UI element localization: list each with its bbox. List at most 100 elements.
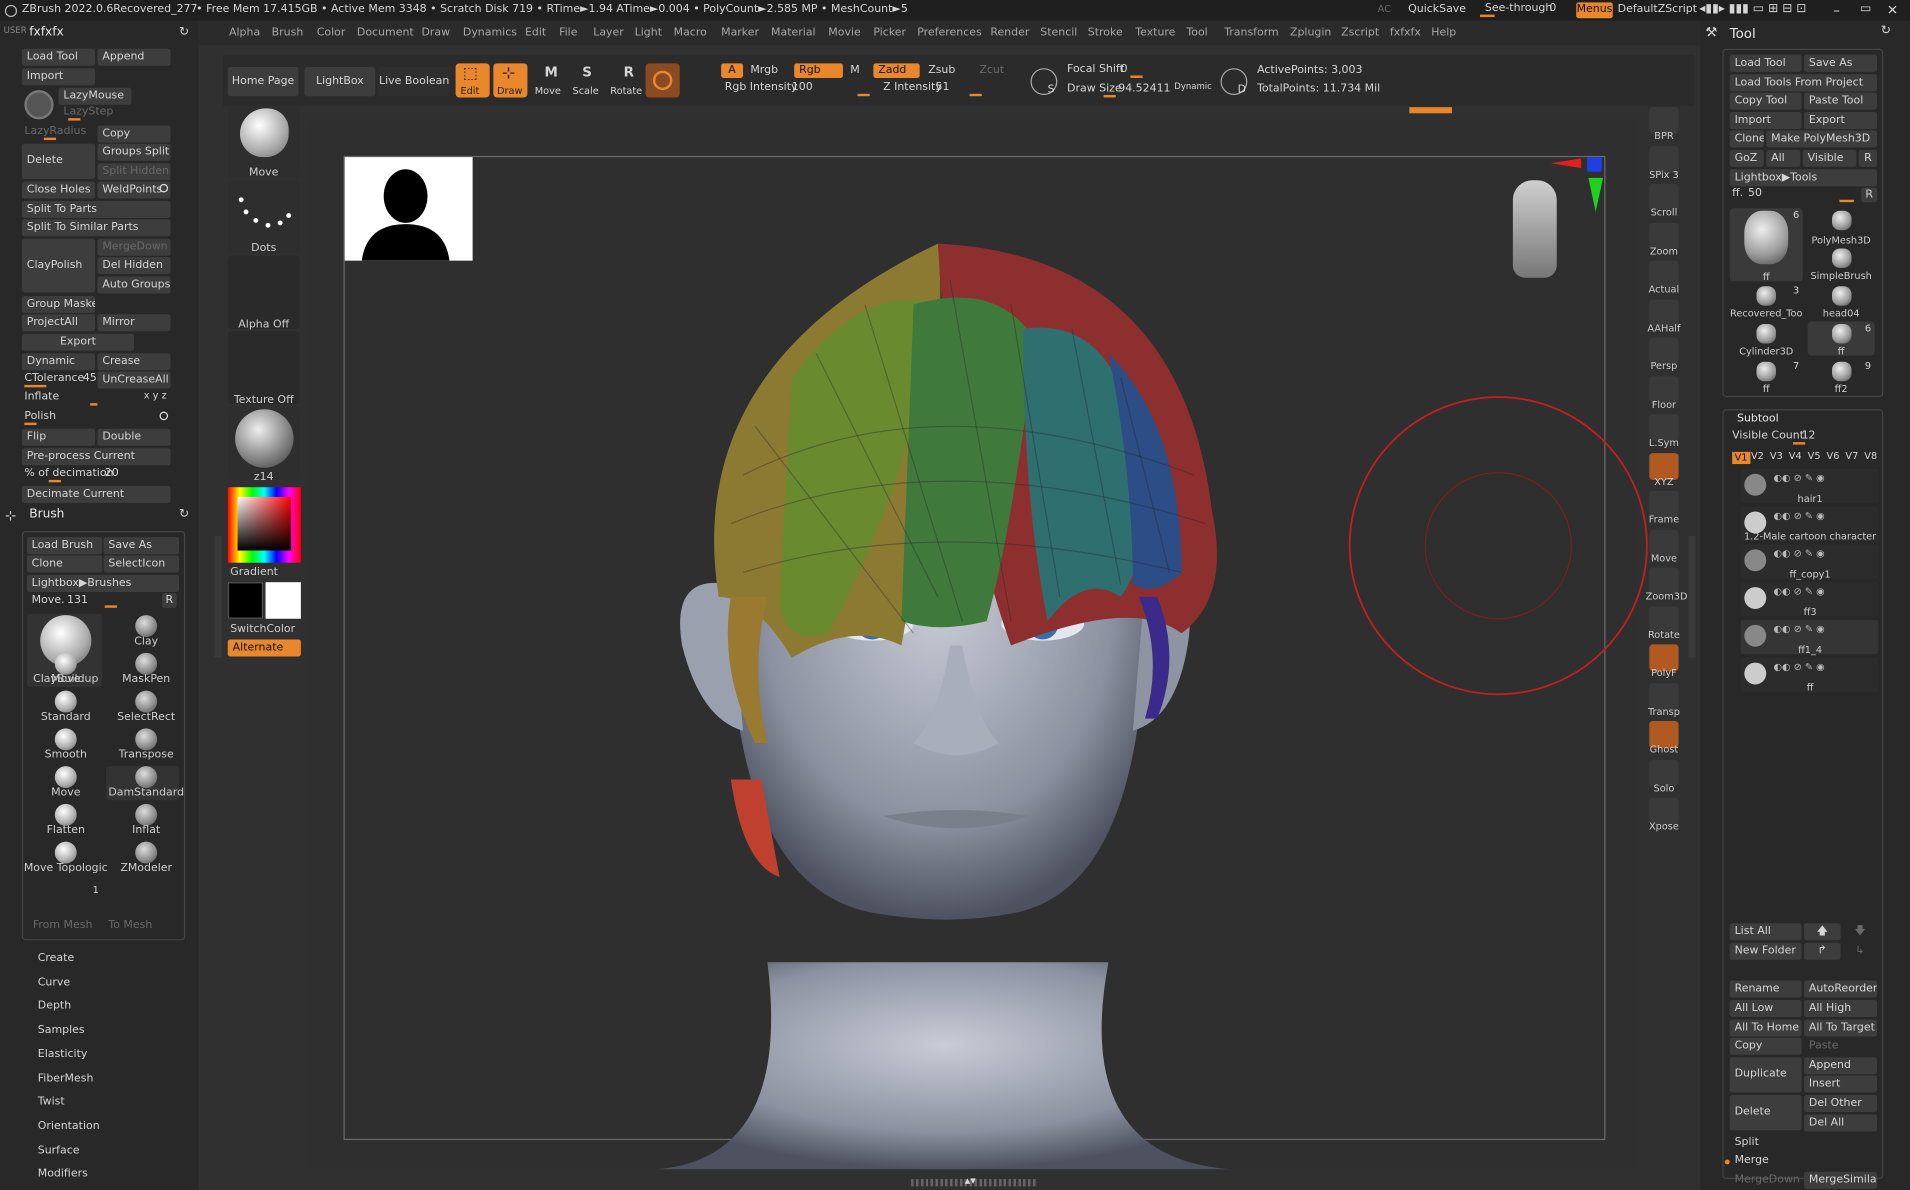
subtool-name-1[interactable]: 1.2-Male cartoon character <box>1742 531 1878 542</box>
quicksave-button[interactable]: QuickSave <box>1408 4 1466 16</box>
minimize-icon[interactable]: – <box>1833 4 1840 17</box>
lazymouse-button[interactable]: LazyMouse <box>58 87 132 105</box>
subtool-append-button[interactable]: Append <box>1804 1057 1878 1075</box>
subtool-version-v2[interactable]: V2 <box>1751 451 1764 462</box>
weldpoints-toggle-icon[interactable] <box>159 183 169 193</box>
m-button[interactable]: M <box>845 63 867 78</box>
ff-r-button[interactable]: R <box>1861 187 1878 203</box>
subpalette-curve[interactable]: Curve <box>38 977 70 989</box>
subtool-name-4[interactable]: ff1_4 <box>1742 644 1878 655</box>
lightbox-tools-button[interactable]: Lightbox▶Tools <box>1729 169 1878 187</box>
brush-refresh-icon[interactable]: ↻ <box>179 509 189 521</box>
menu-dynamics[interactable]: Dynamics <box>463 27 517 39</box>
menu-edit[interactable]: Edit <box>525 27 546 39</box>
autoreorder-button[interactable]: AutoReorder <box>1804 980 1878 998</box>
subtool-toggles-icon-0[interactable]: ◐◐ ⊘ ✎ ◉ <box>1774 473 1825 484</box>
brush-transpose-label[interactable]: Transpose <box>100 749 193 761</box>
rgb-intensity-slider[interactable]: Rgb Intensity <box>725 82 798 94</box>
menu-picker[interactable]: Picker <box>873 27 906 39</box>
switchcolor-button[interactable]: SwitchColor <box>230 624 295 636</box>
subpalette-create[interactable]: Create <box>38 953 74 965</box>
subtool-name-3[interactable]: ff3 <box>1742 607 1878 618</box>
load-from-project-button[interactable]: Load Tools From Project <box>1729 74 1878 92</box>
brush-maskpen-label[interactable]: MaskPen <box>100 674 193 686</box>
new-folder-button[interactable]: New Folder <box>1729 942 1802 960</box>
crease-button[interactable]: Crease <box>97 353 171 371</box>
alternate-button[interactable]: Alternate <box>227 639 301 657</box>
viewport-scroll-indicator[interactable] <box>1409 107 1452 114</box>
decimate-current-button[interactable]: Decimate Current <box>21 485 171 504</box>
menu-document[interactable]: Document <box>357 27 414 39</box>
subtool-name-0[interactable]: hair1 <box>1742 493 1878 504</box>
inflate-axes[interactable]: x y z <box>144 390 167 401</box>
menu-macro[interactable]: Macro <box>674 27 707 39</box>
folder-action-icon[interactable]: ↱ <box>1804 942 1841 960</box>
menus-toggle[interactable]: Menus <box>1576 2 1613 19</box>
make-polymesh-button[interactable]: Make PolyMesh3D <box>1766 130 1878 148</box>
move-up-icon[interactable]: 🡅 <box>1804 923 1841 941</box>
menu-preferences[interactable]: Preferences <box>917 27 981 39</box>
rotate-mode-label[interactable]: Rotate <box>610 86 642 96</box>
all-low-button[interactable]: All Low <box>1729 999 1802 1018</box>
brush-r-button[interactable]: R <box>162 593 177 608</box>
paste-tool-button[interactable]: Paste Tool <box>1804 92 1878 110</box>
subtool-toggles-icon-4[interactable]: ◐◐ ⊘ ✎ ◉ <box>1774 624 1825 635</box>
draw-size-slider[interactable]: Draw Size <box>1067 83 1122 95</box>
menu-stroke[interactable]: Stroke <box>1088 27 1123 39</box>
preprocess-current-button[interactable]: Pre-process Current <box>21 448 171 466</box>
color-picker-square[interactable] <box>237 496 292 551</box>
scale-mode-icon[interactable]: S <box>582 66 592 79</box>
double-button[interactable]: Double <box>97 428 171 446</box>
subpalette-fibermesh[interactable]: FiberMesh <box>38 1073 94 1085</box>
uncreaseall-button[interactable]: UnCreaseAll <box>97 371 171 389</box>
mrgb-button[interactable]: Mrgb <box>745 63 791 78</box>
subtool-copy-button[interactable]: Copy <box>1729 1037 1802 1055</box>
claypolish-button[interactable]: ClayPolish <box>21 238 96 293</box>
all-to-target-button[interactable]: All To Target <box>1804 1019 1878 1037</box>
ff-slider[interactable]: ff. <box>1732 188 1743 200</box>
export-button[interactable]: Export <box>21 333 134 351</box>
subpalette-modifiers[interactable]: Modifiers <box>38 1169 88 1181</box>
menu-stencil[interactable]: Stencil <box>1040 27 1077 39</box>
import-button[interactable]: Import <box>21 68 96 86</box>
to-mesh-button[interactable]: To Mesh <box>108 920 152 932</box>
tool-clone-button[interactable]: Clone <box>1729 130 1764 148</box>
sculpt-model[interactable] <box>548 231 1279 1181</box>
insert-button[interactable]: Insert <box>1804 1075 1878 1093</box>
append-button[interactable]: Append <box>97 48 171 66</box>
navigation-head-icon[interactable] <box>1512 180 1557 278</box>
subtool-name-2[interactable]: ff_copy1 <box>1742 569 1878 580</box>
tool-refresh-icon[interactable]: ↻ <box>1881 25 1891 38</box>
dynamic-toggle[interactable]: Dynamic <box>1174 82 1212 92</box>
goz-all-button[interactable]: All <box>1766 149 1801 167</box>
refresh-icon[interactable]: ↻ <box>179 26 189 39</box>
brush-standard-label[interactable]: Standard <box>19 711 112 723</box>
copy-tool-button[interactable]: Copy Tool <box>1729 92 1802 110</box>
zadd-button[interactable]: Zadd <box>873 63 920 78</box>
focal-shift-slider[interactable]: Focal Shift <box>1067 64 1124 76</box>
folder-action2-icon[interactable]: ↳ <box>1843 943 1877 960</box>
subpalette-samples[interactable]: Samples <box>38 1025 85 1037</box>
subtool-toggles-icon-5[interactable]: ◐◐ ⊘ ✎ ◉ <box>1774 662 1825 673</box>
brush-smooth-label[interactable]: Smooth <box>19 749 112 761</box>
lazystep-slider[interactable]: LazyStep <box>63 107 113 118</box>
menu-texture[interactable]: Texture <box>1135 27 1175 39</box>
subpalette-depth[interactable]: Depth <box>38 1001 71 1013</box>
copy-button[interactable]: Copy <box>97 125 171 143</box>
del-all-button[interactable]: Del All <box>1804 1114 1878 1132</box>
auto-groups-button[interactable]: Auto Groups <box>97 276 171 294</box>
maximize-icon[interactable]: ▭ <box>1860 3 1872 16</box>
lightbox-brushes-button[interactable]: Lightbox▶Brushes <box>26 574 180 592</box>
group-masked-button[interactable]: Group Masked <box>21 295 96 314</box>
subtool-name-5[interactable]: ff <box>1742 682 1878 693</box>
left-tray-handle[interactable] <box>214 535 222 658</box>
goz-button[interactable]: GoZ <box>1729 149 1764 167</box>
menu-alpha[interactable]: Alpha <box>229 27 260 39</box>
subtool-version-v7[interactable]: V7 <box>1845 451 1858 462</box>
polish-toggle-icon[interactable] <box>159 411 169 421</box>
rotate-mode-icon[interactable]: R <box>624 66 634 79</box>
decimation-slider[interactable]: % of decimation <box>24 468 113 480</box>
menu-color[interactable]: Color <box>317 27 346 39</box>
subtool-mergedown-button[interactable]: MergeDown <box>1730 1172 1802 1189</box>
projectall-button[interactable]: ProjectAll <box>21 314 96 332</box>
